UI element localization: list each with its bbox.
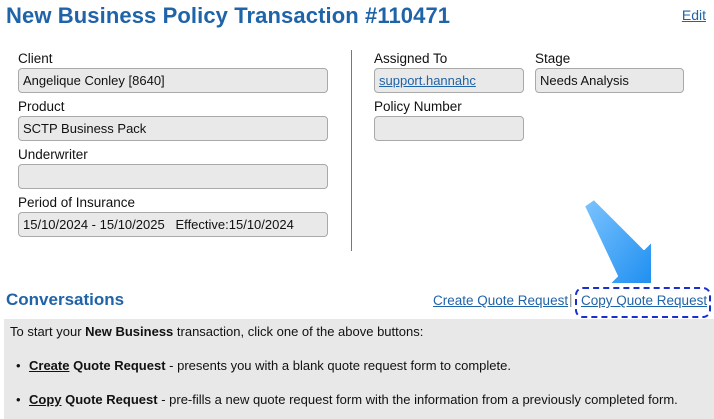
assigned-to-link[interactable]: support.hannahc — [374, 68, 524, 93]
client-label: Client — [18, 51, 53, 66]
stage-label: Stage — [535, 51, 571, 66]
policy-number-field — [374, 116, 524, 141]
conversations-heading: Conversations — [6, 290, 125, 309]
bullet-dot-icon: • — [16, 358, 21, 373]
stage-field: Needs Analysis — [535, 68, 684, 93]
product-label: Product — [18, 99, 65, 114]
period-field: 15/10/2024 - 15/10/2025 Effective:15/10/… — [18, 212, 328, 237]
column-divider — [351, 50, 352, 251]
policy-number-label: Policy Number — [374, 99, 462, 114]
bullet-dot-icon: • — [16, 392, 21, 407]
create-option-description: Create Quote Request - presents you with… — [29, 358, 511, 373]
assigned-to-label: Assigned To — [374, 51, 448, 66]
link-separator: | — [569, 292, 573, 307]
pointer-arrow-icon — [583, 198, 653, 285]
underwriter-field — [18, 164, 328, 189]
create-quote-request-link[interactable]: Create Quote Request — [433, 293, 568, 308]
instructions-intro: To start your New Business transaction, … — [10, 324, 424, 339]
client-field: Angelique Conley [8640] — [18, 68, 328, 93]
product-field: SCTP Business Pack — [18, 116, 328, 141]
period-label: Period of Insurance — [18, 195, 136, 210]
copy-option-description: Copy Quote Request - pre-fills a new quo… — [29, 392, 678, 407]
underwriter-label: Underwriter — [18, 147, 88, 162]
page-title: New Business Policy Transaction #110471 — [6, 3, 451, 28]
edit-link[interactable]: Edit — [682, 7, 706, 23]
